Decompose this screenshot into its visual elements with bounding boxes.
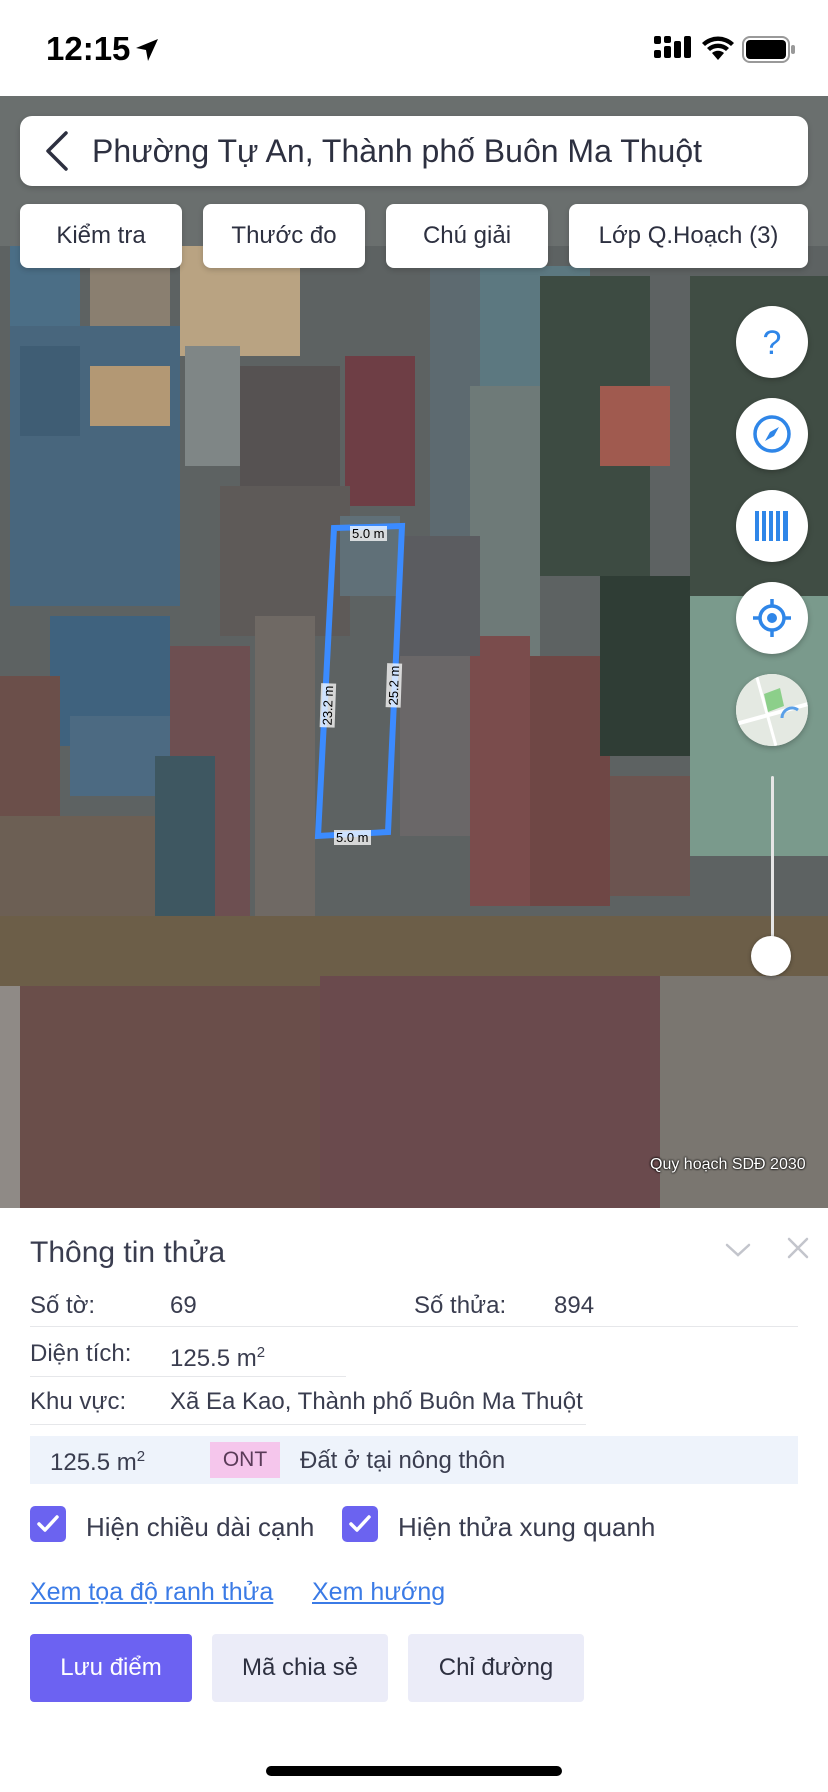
sheet-number-label: Số tờ:	[30, 1292, 96, 1319]
chip-planning-layers[interactable]: Lớp Q.Hoạch (3)	[569, 204, 808, 268]
chevron-down-icon[interactable]	[724, 1238, 752, 1262]
location-title: Phường Tự An, Thành phố Buôn Ma Thuột	[92, 133, 703, 169]
area-label: Diện tích:	[30, 1340, 132, 1367]
zoning-name: Đất ở tại nông thôn	[300, 1447, 506, 1474]
help-button[interactable]: ?	[736, 306, 808, 378]
zoning-area: 125.5 m2	[50, 1448, 145, 1477]
show-neighbors-checkbox[interactable]	[342, 1506, 378, 1542]
status-time: 12:15	[46, 30, 131, 67]
map-thumbnail-icon	[736, 674, 808, 746]
show-edge-length-label[interactable]: Hiện chiều dài cạnh	[86, 1512, 314, 1543]
parcel-number-value: 894	[554, 1292, 595, 1319]
chip-legend[interactable]: Chú giải	[386, 204, 548, 268]
edge-label-bottom: 5.0 m	[334, 830, 371, 845]
zoning-area-superscript: 2	[136, 1448, 146, 1465]
parcel-info-panel: Thông tin thửa Số tờ: 69 Số thửa: 894 Di…	[0, 1208, 828, 1792]
edge-label-left: 23.2 m	[319, 683, 337, 728]
compass-button[interactable]	[736, 398, 808, 470]
directions-button[interactable]: Chỉ đường	[408, 1634, 584, 1702]
map-type-button[interactable]	[736, 674, 808, 746]
barcode-button[interactable]	[736, 490, 808, 562]
wifi-icon	[702, 36, 734, 60]
show-edge-length-checkbox[interactable]	[30, 1506, 66, 1542]
edge-label-top: 5.0 m	[350, 526, 387, 541]
region-label: Khu vực:	[30, 1388, 127, 1415]
cellular-signal-icon	[654, 36, 691, 58]
home-indicator[interactable]	[266, 1766, 562, 1776]
zoning-area-number: 125.5 m	[50, 1449, 137, 1476]
location-arrow-icon	[136, 39, 158, 61]
help-icon: ?	[763, 324, 782, 362]
locate-icon	[753, 599, 791, 637]
zoom-slider-knob[interactable]	[751, 936, 791, 976]
status-bar: 12:15	[0, 0, 828, 96]
area-number: 125.5 m	[170, 1345, 257, 1372]
edge-label-right: 25.2 m	[385, 663, 403, 708]
chip-inspect[interactable]: Kiểm tra	[20, 204, 182, 268]
zoning-code-badge: ONT	[210, 1442, 280, 1478]
area-value: 125.5 m2	[170, 1344, 265, 1373]
view-direction-link[interactable]: Xem hướng	[312, 1578, 445, 1607]
zoning-row: 125.5 m2 ONT Đất ở tại nông thôn	[30, 1436, 798, 1484]
back-arrow-icon[interactable]	[42, 130, 72, 172]
checkmark-icon	[349, 1515, 371, 1532]
battery-icon	[742, 36, 795, 63]
map-credit: Quy hoạch SDĐ 2030	[650, 1156, 806, 1173]
sheet-number-value: 69	[170, 1292, 197, 1319]
view-boundary-coordinates-link[interactable]: Xem tọa độ ranh thửa	[30, 1578, 273, 1607]
close-icon[interactable]	[786, 1236, 810, 1260]
share-code-button[interactable]: Mã chia sẻ	[212, 1634, 388, 1702]
locate-button[interactable]	[736, 582, 808, 654]
chip-ruler[interactable]: Thước đo	[203, 204, 365, 268]
svg-text:?: ?	[763, 324, 782, 362]
region-value: Xã Ea Kao, Thành phố Buôn Ma Thuột	[170, 1388, 583, 1415]
checkmark-icon	[37, 1515, 59, 1532]
search-bar[interactable]: Phường Tự An, Thành phố Buôn Ma Thuột	[20, 116, 808, 186]
divider	[30, 1376, 346, 1377]
divider	[30, 1424, 586, 1425]
show-neighbors-label[interactable]: Hiện thửa xung quanh	[398, 1512, 655, 1543]
zoom-slider-track[interactable]	[771, 776, 774, 956]
divider	[30, 1326, 798, 1327]
barcode-icon	[755, 511, 788, 541]
parcel-number-label: Số thửa:	[414, 1292, 507, 1319]
compass-icon	[753, 415, 791, 453]
save-point-button[interactable]: Lưu điểm	[30, 1634, 192, 1702]
area-unit-superscript: 2	[256, 1344, 266, 1361]
panel-title: Thông tin thửa	[30, 1236, 226, 1269]
